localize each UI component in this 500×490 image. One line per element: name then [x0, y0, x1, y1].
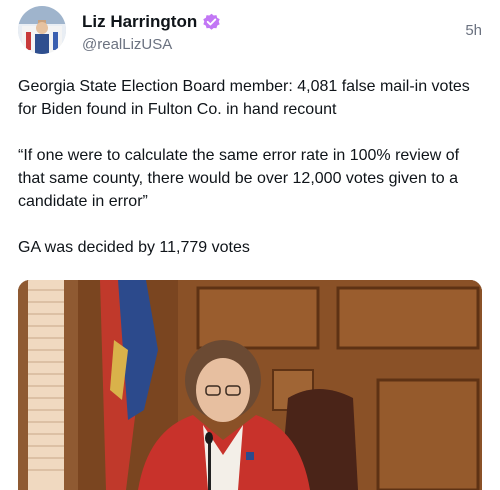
post-body: Georgia State Election Board member: 4,0…	[18, 75, 480, 282]
avatar[interactable]	[18, 6, 66, 54]
post-timestamp[interactable]: 5h	[465, 22, 482, 39]
post-paragraph-3: GA was decided by 11,779 votes	[18, 239, 250, 256]
author-display-name[interactable]: Liz Harrington	[82, 12, 197, 32]
post-header: Liz Harrington @realLizUSA 5h	[18, 6, 484, 56]
author-handle[interactable]: @realLizUSA	[82, 36, 172, 53]
post-paragraph-1: Georgia State Election Board member: 4,0…	[18, 78, 470, 118]
verified-badge-icon	[202, 13, 221, 32]
name-line: Liz Harrington	[82, 12, 221, 32]
post-media-image[interactable]	[18, 280, 482, 490]
post-card[interactable]: Liz Harrington @realLizUSA 5h Georgia St…	[0, 0, 500, 490]
post-paragraph-2: “If one were to calculate the same error…	[18, 147, 460, 210]
